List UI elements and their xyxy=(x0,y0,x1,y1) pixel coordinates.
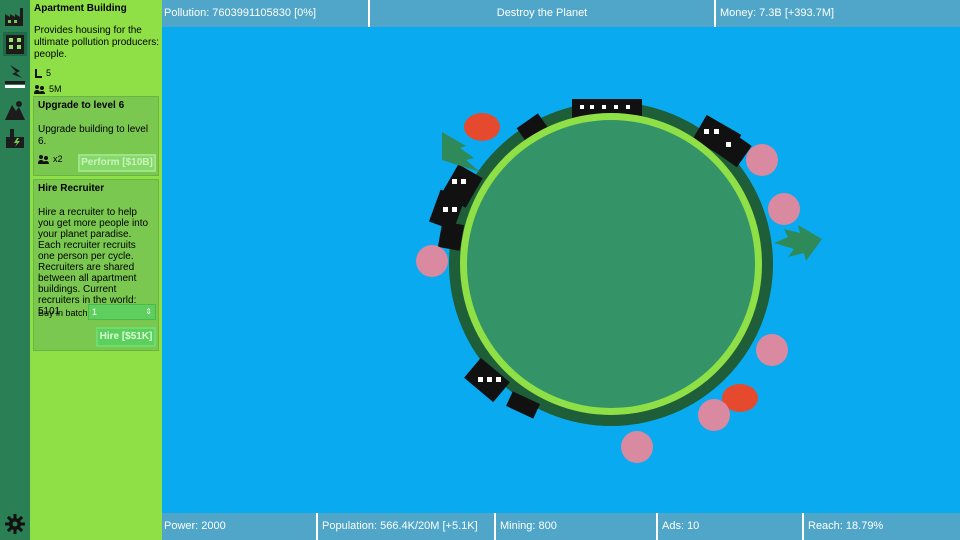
hire-recruiter-button[interactable]: Hire [$51K] xyxy=(96,327,156,347)
settings-gear-icon[interactable] xyxy=(3,512,27,536)
page-title: Destroy the Planet xyxy=(370,0,714,27)
building-capacity-value: 5M xyxy=(49,84,62,94)
money-stat: Money: 7.3B [+393.7M] xyxy=(716,0,960,27)
building-header: Apartment Building Provides housing for … xyxy=(34,3,160,95)
upgrade-card: Upgrade to level 6 Upgrade building to l… xyxy=(33,96,159,176)
batch-label: Buy in batch: xyxy=(38,308,91,318)
recruiter-title: Hire Recruiter xyxy=(38,183,105,194)
building-capacity: 5M xyxy=(34,83,160,95)
reach-stat: Reach: 18.79% xyxy=(804,513,960,540)
building-level: 5 xyxy=(34,67,160,79)
power-stat: Power: 2000 xyxy=(162,513,316,540)
perform-upgrade-button[interactable]: Perform [$10B] xyxy=(78,154,156,172)
power-icon[interactable] xyxy=(3,64,27,88)
mining-stat: Mining: 800 xyxy=(496,513,656,540)
upgrade-multiplier-value: x2 xyxy=(53,154,63,164)
apartment-icon[interactable] xyxy=(3,32,27,56)
recruiter-description: Hire a recruiter to help you get more pe… xyxy=(38,207,149,317)
mine-icon[interactable] xyxy=(3,98,27,122)
level-icon xyxy=(35,68,42,78)
people-icon xyxy=(38,154,49,164)
ads-stat: Ads: 10 xyxy=(658,513,802,540)
upgrade-description: Upgrade building to level 6. xyxy=(38,124,149,147)
building-description: Provides housing for the ultimate pollut… xyxy=(34,25,160,60)
building-category-rail xyxy=(0,0,30,540)
batch-select[interactable]: 1 ⇕ xyxy=(88,304,156,320)
planet-core[interactable] xyxy=(467,120,755,408)
people-icon xyxy=(34,84,45,94)
building-info-panel: Apartment Building Provides housing for … xyxy=(30,0,162,540)
planet-scene xyxy=(416,99,822,463)
factory-icon[interactable] xyxy=(3,4,27,28)
batch-select-value: 1 xyxy=(92,307,98,317)
pollution-stat: Pollution: 7603991105830 [0%] xyxy=(162,0,368,27)
building-level-value: 5 xyxy=(46,68,52,78)
upgrade-title: Upgrade to level 6 xyxy=(38,100,125,111)
recruiter-card: Hire Recruiter Hire a recruiter to help … xyxy=(33,179,159,351)
select-arrows-icon: ⇕ xyxy=(145,307,152,316)
building-title: Apartment Building xyxy=(34,3,127,14)
population-stat: Population: 566.4K/20M [+5.1K] xyxy=(318,513,494,540)
power-plant-icon[interactable] xyxy=(3,126,27,150)
